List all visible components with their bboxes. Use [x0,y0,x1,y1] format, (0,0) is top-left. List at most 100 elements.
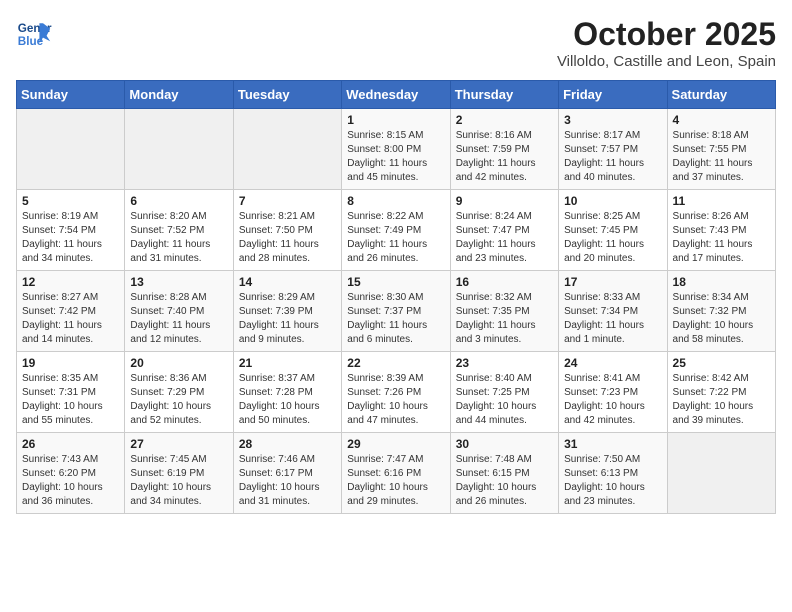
calendar-cell: 26 Sunrise: 7:43 AM Sunset: 6:20 PM Dayli… [17,433,125,514]
day-number: 14 [239,275,336,289]
day-info: Sunrise: 8:15 AM Sunset: 8:00 PM Dayligh… [347,129,444,185]
calendar-cell: 3 Sunrise: 8:17 AM Sunset: 7:57 PM Daylig… [559,109,667,190]
day-info: Sunrise: 7:48 AM Sunset: 6:15 PM Dayligh… [456,453,553,509]
calendar-cell: 18 Sunrise: 8:34 AM Sunset: 7:32 PM Dayli… [667,271,775,352]
weekday-header-monday: Monday [125,81,233,109]
day-info: Sunrise: 8:28 AM Sunset: 7:40 PM Dayligh… [130,291,227,347]
title-block: October 2025 Villoldo, Castille and Leon… [557,16,776,70]
calendar-cell: 25 Sunrise: 8:42 AM Sunset: 7:22 PM Dayli… [667,352,775,433]
calendar-cell: 17 Sunrise: 8:33 AM Sunset: 7:34 PM Dayli… [559,271,667,352]
calendar-cell: 10 Sunrise: 8:25 AM Sunset: 7:45 PM Dayli… [559,190,667,271]
week-row-4: 19Sunrise: 8:35 AM Sunset: 7:31 PM Dayli… [17,352,776,433]
logo: General Blue [16,16,52,52]
calendar-cell: 28 Sunrise: 7:46 AM Sunset: 6:17 PM Dayli… [233,433,341,514]
day-info: Sunrise: 7:43 AM Sunset: 6:20 PM Dayligh… [22,453,119,509]
day-number: 23 [456,356,553,370]
day-info: Sunrise: 8:24 AM Sunset: 7:47 PM Dayligh… [456,210,553,266]
day-info: Sunrise: 8:22 AM Sunset: 7:49 PM Dayligh… [347,210,444,266]
day-info: Sunrise: 7:47 AM Sunset: 6:16 PM Dayligh… [347,453,444,509]
day-number: 3 [564,113,661,127]
day-number: 6 [130,194,227,208]
day-number: 24 [564,356,661,370]
day-number: 16 [456,275,553,289]
calendar-cell: 9 Sunrise: 8:24 AM Sunset: 7:47 PM Daylig… [450,190,558,271]
weekday-header-row: SundayMondayTuesdayWednesdayThursdayFrid… [17,81,776,109]
day-number: 22 [347,356,444,370]
day-info: Sunrise: 8:36 AM Sunset: 7:29 PM Dayligh… [130,372,227,428]
week-row-3: 12Sunrise: 8:27 AM Sunset: 7:42 PM Dayli… [17,271,776,352]
day-number: 31 [564,437,661,451]
week-row-2: 5 Sunrise: 8:19 AM Sunset: 7:54 PM Daylig… [17,190,776,271]
day-number: 19 [22,356,119,370]
calendar-cell: 5 Sunrise: 8:19 AM Sunset: 7:54 PM Daylig… [17,190,125,271]
day-info: Sunrise: 8:18 AM Sunset: 7:55 PM Dayligh… [673,129,770,185]
calendar-cell: 22 Sunrise: 8:39 AM Sunset: 7:26 PM Dayli… [342,352,450,433]
day-number: 10 [564,194,661,208]
day-info: Sunrise: 8:17 AM Sunset: 7:57 PM Dayligh… [564,129,661,185]
day-number: 17 [564,275,661,289]
day-info: Sunrise: 8:25 AM Sunset: 7:45 PM Dayligh… [564,210,661,266]
location-title: Villoldo, Castille and Leon, Spain [557,53,776,70]
calendar-cell: 7 Sunrise: 8:21 AM Sunset: 7:50 PM Daylig… [233,190,341,271]
day-number: 2 [456,113,553,127]
weekday-header-wednesday: Wednesday [342,81,450,109]
calendar-cell: 19Sunrise: 8:35 AM Sunset: 7:31 PM Dayli… [17,352,125,433]
day-number: 25 [673,356,770,370]
day-number: 8 [347,194,444,208]
calendar-cell: 15 Sunrise: 8:30 AM Sunset: 7:37 PM Dayli… [342,271,450,352]
day-number: 7 [239,194,336,208]
day-number: 28 [239,437,336,451]
day-info: Sunrise: 8:21 AM Sunset: 7:50 PM Dayligh… [239,210,336,266]
calendar-cell: 16 Sunrise: 8:32 AM Sunset: 7:35 PM Dayli… [450,271,558,352]
day-info: Sunrise: 7:50 AM Sunset: 6:13 PM Dayligh… [564,453,661,509]
calendar-cell: 23 Sunrise: 8:40 AM Sunset: 7:25 PM Dayli… [450,352,558,433]
calendar-cell: 6Sunrise: 8:20 AM Sunset: 7:52 PM Daylig… [125,190,233,271]
day-number: 5 [22,194,119,208]
day-number: 18 [673,275,770,289]
day-number: 9 [456,194,553,208]
day-info: Sunrise: 8:29 AM Sunset: 7:39 PM Dayligh… [239,291,336,347]
week-row-1: 1 Sunrise: 8:15 AM Sunset: 8:00 PM Daylig… [17,109,776,190]
day-number: 15 [347,275,444,289]
day-info: Sunrise: 8:33 AM Sunset: 7:34 PM Dayligh… [564,291,661,347]
day-info: Sunrise: 8:19 AM Sunset: 7:54 PM Dayligh… [22,210,119,266]
calendar-cell: 31 Sunrise: 7:50 AM Sunset: 6:13 PM Dayli… [559,433,667,514]
day-info: Sunrise: 8:30 AM Sunset: 7:37 PM Dayligh… [347,291,444,347]
calendar-cell: 14 Sunrise: 8:29 AM Sunset: 7:39 PM Dayli… [233,271,341,352]
calendar-cell [17,109,125,190]
day-info: Sunrise: 8:42 AM Sunset: 7:22 PM Dayligh… [673,372,770,428]
day-info: Sunrise: 8:26 AM Sunset: 7:43 PM Dayligh… [673,210,770,266]
calendar-cell: 8 Sunrise: 8:22 AM Sunset: 7:49 PM Daylig… [342,190,450,271]
calendar-cell: 12Sunrise: 8:27 AM Sunset: 7:42 PM Dayli… [17,271,125,352]
calendar-table: SundayMondayTuesdayWednesdayThursdayFrid… [16,80,776,514]
day-info: Sunrise: 8:34 AM Sunset: 7:32 PM Dayligh… [673,291,770,347]
day-info: Sunrise: 8:40 AM Sunset: 7:25 PM Dayligh… [456,372,553,428]
weekday-header-sunday: Sunday [17,81,125,109]
calendar-cell: 1 Sunrise: 8:15 AM Sunset: 8:00 PM Daylig… [342,109,450,190]
day-number: 1 [347,113,444,127]
day-info: Sunrise: 8:41 AM Sunset: 7:23 PM Dayligh… [564,372,661,428]
day-number: 30 [456,437,553,451]
day-number: 11 [673,194,770,208]
day-number: 27 [130,437,227,451]
month-title: October 2025 [557,16,776,53]
week-row-5: 26 Sunrise: 7:43 AM Sunset: 6:20 PM Dayli… [17,433,776,514]
calendar-cell [125,109,233,190]
day-info: Sunrise: 8:32 AM Sunset: 7:35 PM Dayligh… [456,291,553,347]
day-number: 26 [22,437,119,451]
day-info: Sunrise: 8:39 AM Sunset: 7:26 PM Dayligh… [347,372,444,428]
day-info: Sunrise: 7:46 AM Sunset: 6:17 PM Dayligh… [239,453,336,509]
day-number: 21 [239,356,336,370]
day-info: Sunrise: 8:16 AM Sunset: 7:59 PM Dayligh… [456,129,553,185]
calendar-cell: 2 Sunrise: 8:16 AM Sunset: 7:59 PM Daylig… [450,109,558,190]
weekday-header-thursday: Thursday [450,81,558,109]
day-number: 29 [347,437,444,451]
weekday-header-saturday: Saturday [667,81,775,109]
calendar-cell: 4 Sunrise: 8:18 AM Sunset: 7:55 PM Daylig… [667,109,775,190]
day-number: 4 [673,113,770,127]
day-number: 20 [130,356,227,370]
weekday-header-tuesday: Tuesday [233,81,341,109]
day-info: Sunrise: 7:45 AM Sunset: 6:19 PM Dayligh… [130,453,227,509]
day-info: Sunrise: 8:37 AM Sunset: 7:28 PM Dayligh… [239,372,336,428]
weekday-header-friday: Friday [559,81,667,109]
